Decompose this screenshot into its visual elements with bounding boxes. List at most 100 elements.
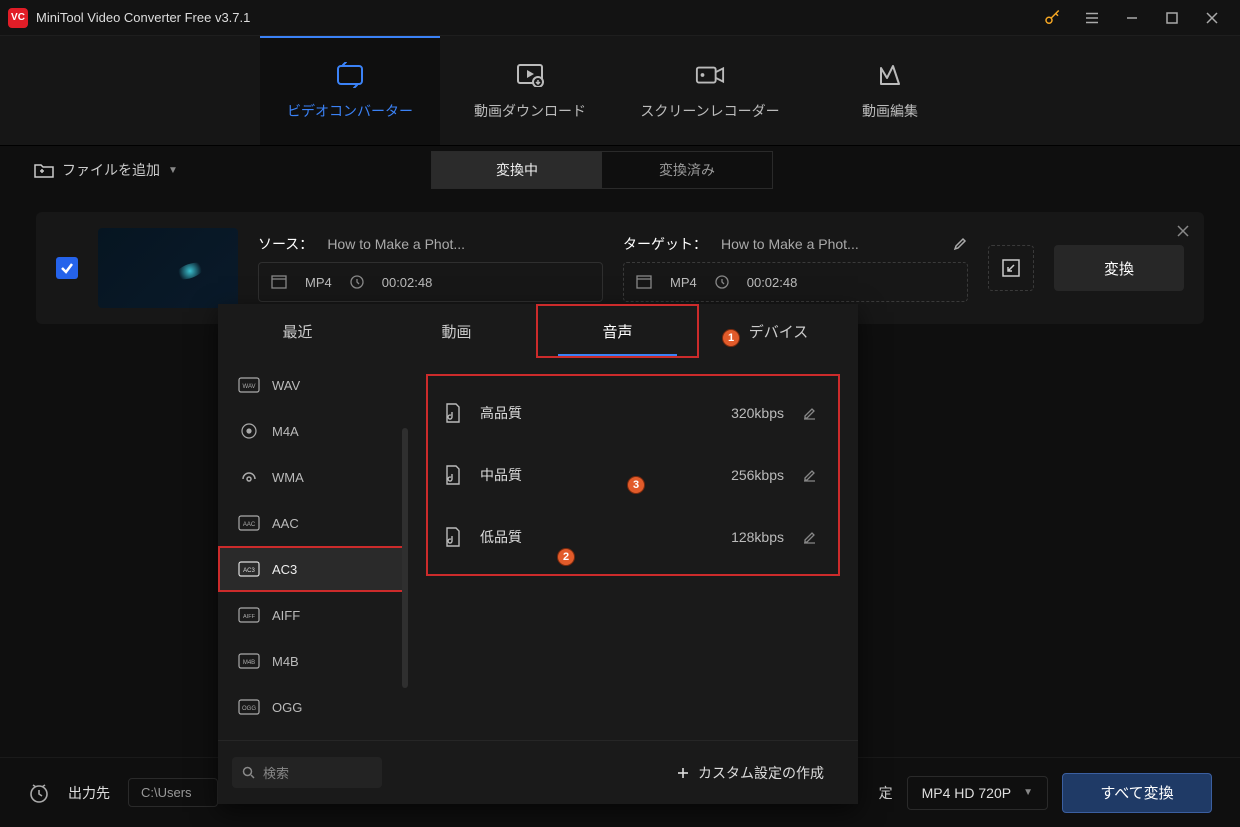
dd-tab-recent[interactable]: 最近 xyxy=(218,304,377,358)
compress-button[interactable] xyxy=(988,245,1034,291)
edit-icon[interactable] xyxy=(802,406,822,421)
svg-text:OGG: OGG xyxy=(242,706,256,712)
edit-icon[interactable] xyxy=(802,530,822,545)
format-label: M4B xyxy=(272,654,299,669)
format-icon xyxy=(636,275,652,289)
dd-tab-video[interactable]: 動画 xyxy=(377,304,536,358)
converter-icon xyxy=(335,63,365,87)
create-custom-button[interactable]: カスタム設定の作成 xyxy=(676,763,824,783)
format-trail: 定 xyxy=(879,783,893,803)
output-label: 出力先 xyxy=(68,783,110,803)
svg-text:AIFF: AIFF xyxy=(243,614,256,620)
audio-format-icon: AIFF xyxy=(238,607,260,623)
menu-icon[interactable] xyxy=(1072,0,1112,36)
clock-icon xyxy=(715,275,729,289)
format-item-ogg[interactable]: OGG OGG xyxy=(218,684,408,730)
audio-format-icon: AAC xyxy=(238,515,260,531)
chevron-down-icon: ▼ xyxy=(168,165,178,176)
close-icon[interactable] xyxy=(1192,0,1232,36)
quality-panel: 高品質 320kbps 中品質 256kbps 低品質 128kbps xyxy=(408,358,858,804)
dropdown-footer: 検索 カスタム設定の作成 xyxy=(218,740,858,804)
source-column: ソース： How to Make a Phot... MP4 00:02:48 xyxy=(258,234,603,302)
tab-video-converter[interactable]: ビデオコンバーター xyxy=(260,36,440,145)
quality-name: 低品質 xyxy=(480,527,686,547)
clock-icon xyxy=(350,275,364,289)
svg-text:AAC: AAC xyxy=(243,522,256,528)
tab-screen-recorder[interactable]: スクリーンレコーダー xyxy=(620,36,800,145)
convert-button[interactable]: 変換 xyxy=(1054,245,1184,291)
edit-target-icon[interactable] xyxy=(952,236,968,252)
audio-format-icon: AC3 xyxy=(238,561,260,577)
annotation-badge-1: 1 xyxy=(722,329,740,347)
task-checkbox[interactable] xyxy=(56,257,78,279)
quality-rate: 128kbps xyxy=(704,529,784,545)
tab-video-editor[interactable]: 動画編集 xyxy=(800,36,980,145)
edit-icon[interactable] xyxy=(802,468,822,483)
target-meta[interactable]: MP4 00:02:48 xyxy=(623,262,968,302)
format-item-aiff[interactable]: AIFF AIFF xyxy=(218,592,408,638)
tab-label: スクリーンレコーダー xyxy=(640,101,779,121)
format-label: M4A xyxy=(272,424,299,439)
search-input[interactable]: 検索 xyxy=(232,757,382,788)
key-icon[interactable] xyxy=(1032,0,1072,36)
task-thumbnail[interactable] xyxy=(98,228,238,308)
quality-row-low[interactable]: 低品質 128kbps xyxy=(432,506,834,568)
audio-format-icon: OGG xyxy=(238,699,260,715)
convert-all-button[interactable]: すべて変換 xyxy=(1062,773,1212,813)
quality-options: 高品質 320kbps 中品質 256kbps 低品質 128kbps xyxy=(426,374,840,576)
format-label: AIFF xyxy=(272,608,300,623)
conversion-status-segment: 変換中 変換済み xyxy=(431,151,773,189)
recorder-icon xyxy=(695,63,725,87)
source-label: ソース： xyxy=(258,234,313,254)
svg-text:WAV: WAV xyxy=(243,384,256,390)
format-item-wma[interactable]: WMA xyxy=(218,454,408,500)
title-bar: VC MiniTool Video Converter Free v3.7.1 xyxy=(0,0,1240,36)
dd-tab-device[interactable]: デバイス xyxy=(699,304,858,358)
format-item-wav[interactable]: WAV WAV xyxy=(218,362,408,408)
format-value: MP4 HD 720P xyxy=(922,785,1011,801)
main-nav: ビデオコンバーター 動画ダウンロード スクリーンレコーダー 動画編集 xyxy=(0,36,1240,146)
target-format: MP4 xyxy=(670,275,697,290)
annotation-badge-2: 2 xyxy=(557,548,575,566)
chevron-down-icon: ▼ xyxy=(1023,787,1033,798)
remove-task-icon[interactable] xyxy=(1176,224,1190,238)
dd-tab-audio[interactable]: 音声 xyxy=(536,304,699,358)
app-logo: VC xyxy=(8,8,28,28)
seg-converting[interactable]: 変換中 xyxy=(432,152,602,188)
audio-file-icon xyxy=(444,465,462,485)
format-item-m4a[interactable]: M4A xyxy=(218,408,408,454)
format-item-ac3[interactable]: AC3 AC3 xyxy=(218,546,408,592)
target-duration: 00:02:48 xyxy=(747,275,798,290)
seg-converted[interactable]: 変換済み xyxy=(602,152,772,188)
app-title: MiniTool Video Converter Free v3.7.1 xyxy=(36,10,250,25)
target-column: ターゲット： How to Make a Phot... MP4 00:02:4… xyxy=(623,234,968,302)
plus-icon xyxy=(676,766,690,780)
audio-format-icon xyxy=(238,469,260,485)
format-label: WAV xyxy=(272,378,300,393)
add-file-button[interactable]: ファイルを追加 ▼ xyxy=(24,154,188,186)
output-format-select[interactable]: MP4 HD 720P ▼ xyxy=(907,776,1048,810)
tab-video-download[interactable]: 動画ダウンロード xyxy=(440,36,620,145)
audio-file-icon xyxy=(444,527,462,547)
search-icon xyxy=(242,766,255,779)
editor-icon xyxy=(875,63,905,87)
tab-label: 動画編集 xyxy=(862,101,918,121)
schedule-icon[interactable] xyxy=(28,782,50,804)
format-label: WMA xyxy=(272,470,304,485)
audio-format-icon xyxy=(238,423,260,439)
dropdown-tabs: 最近 動画 音声 デバイス xyxy=(218,304,858,358)
quality-row-high[interactable]: 高品質 320kbps xyxy=(432,382,834,444)
search-placeholder: 検索 xyxy=(263,763,289,782)
quality-row-mid[interactable]: 中品質 256kbps xyxy=(432,444,834,506)
format-icon xyxy=(271,275,287,289)
output-path[interactable]: C:\Users xyxy=(128,778,218,807)
format-sidebar[interactable]: WAV WAV M4A WMA AAC AAC AC3 AC3 AIFF AIF xyxy=(218,358,408,804)
format-item-m4b[interactable]: M4B M4B xyxy=(218,638,408,684)
quality-name: 高品質 xyxy=(480,403,686,423)
quality-rate: 320kbps xyxy=(704,405,784,421)
minimize-icon[interactable] xyxy=(1112,0,1152,36)
svg-text:M4B: M4B xyxy=(243,660,255,666)
maximize-icon[interactable] xyxy=(1152,0,1192,36)
audio-file-icon xyxy=(444,403,462,423)
format-item-aac[interactable]: AAC AAC xyxy=(218,500,408,546)
